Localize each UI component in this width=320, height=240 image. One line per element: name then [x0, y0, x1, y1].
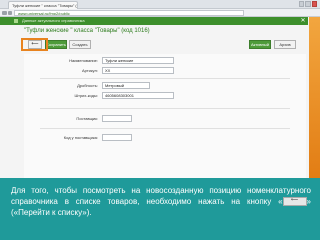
browser-tab-strip: Туфли женские " класса "Товары" (код 101… — [0, 0, 320, 9]
side-ribbon — [309, 17, 320, 178]
close-icon[interactable]: ✕ — [300, 18, 306, 24]
form-divider — [40, 108, 290, 109]
active-status-button[interactable]: Активный — [249, 40, 271, 49]
page-header: Данные актуального справочника ✕ — [0, 17, 308, 25]
maximize-icon[interactable] — [305, 1, 311, 7]
back-button-illustration: ⟵ — [282, 197, 307, 207]
minimize-icon[interactable] — [299, 1, 305, 7]
back-nav-icon[interactable] — [2, 11, 7, 15]
page-title: "Туфли женские " класса "Товары" (код 10… — [24, 28, 150, 34]
save-button[interactable]: Сохранить — [45, 40, 67, 49]
toolbar: ⟵ Сохранить Создать Активный Архив — [22, 40, 306, 49]
instruction-caption: Для того, чтобы посмотреть на новосоздан… — [11, 185, 311, 218]
name-label: Наименование: — [69, 58, 98, 63]
page-header-title: Данные актуального справочника — [22, 18, 85, 23]
article-field[interactable]: ХХ — [102, 67, 174, 74]
browser-tab[interactable]: Туфли женские " класса "Товары" (код 101… — [8, 1, 78, 9]
supplier-field[interactable] — [102, 115, 132, 122]
name-field[interactable]: Туфли женские — [102, 57, 174, 64]
app-icon — [14, 19, 18, 23]
caption-text-before: Для того, чтобы посмотреть на новосоздан… — [11, 186, 311, 206]
article-label: Артикул: — [81, 68, 98, 73]
browser-address-bar: www.universal.ru/fmp2/public — [0, 9, 320, 17]
form-divider — [40, 78, 290, 79]
supplier-code-field[interactable] — [102, 134, 132, 141]
window-close-icon[interactable] — [311, 1, 317, 7]
barcode-label: Штрих-коды: — [74, 93, 98, 98]
supplier-label: Поставщик: — [76, 116, 98, 121]
archive-button[interactable]: Архив — [274, 40, 296, 49]
fraction-label: Дробность: — [77, 83, 98, 88]
browser-nav-buttons — [2, 11, 12, 15]
back-button-highlight — [21, 38, 48, 51]
form-divider — [40, 128, 290, 129]
window-controls — [299, 1, 317, 7]
forward-nav-icon[interactable] — [7, 11, 12, 15]
fraction-select[interactable]: Метровый — [102, 82, 150, 89]
supplier-code-label: Код у поставщика: — [63, 135, 98, 140]
barcode-field[interactable]: 4605608303001 — [102, 92, 174, 99]
create-button[interactable]: Создать — [69, 40, 91, 49]
url-input[interactable]: www.universal.ru/fmp2/public — [14, 10, 244, 16]
